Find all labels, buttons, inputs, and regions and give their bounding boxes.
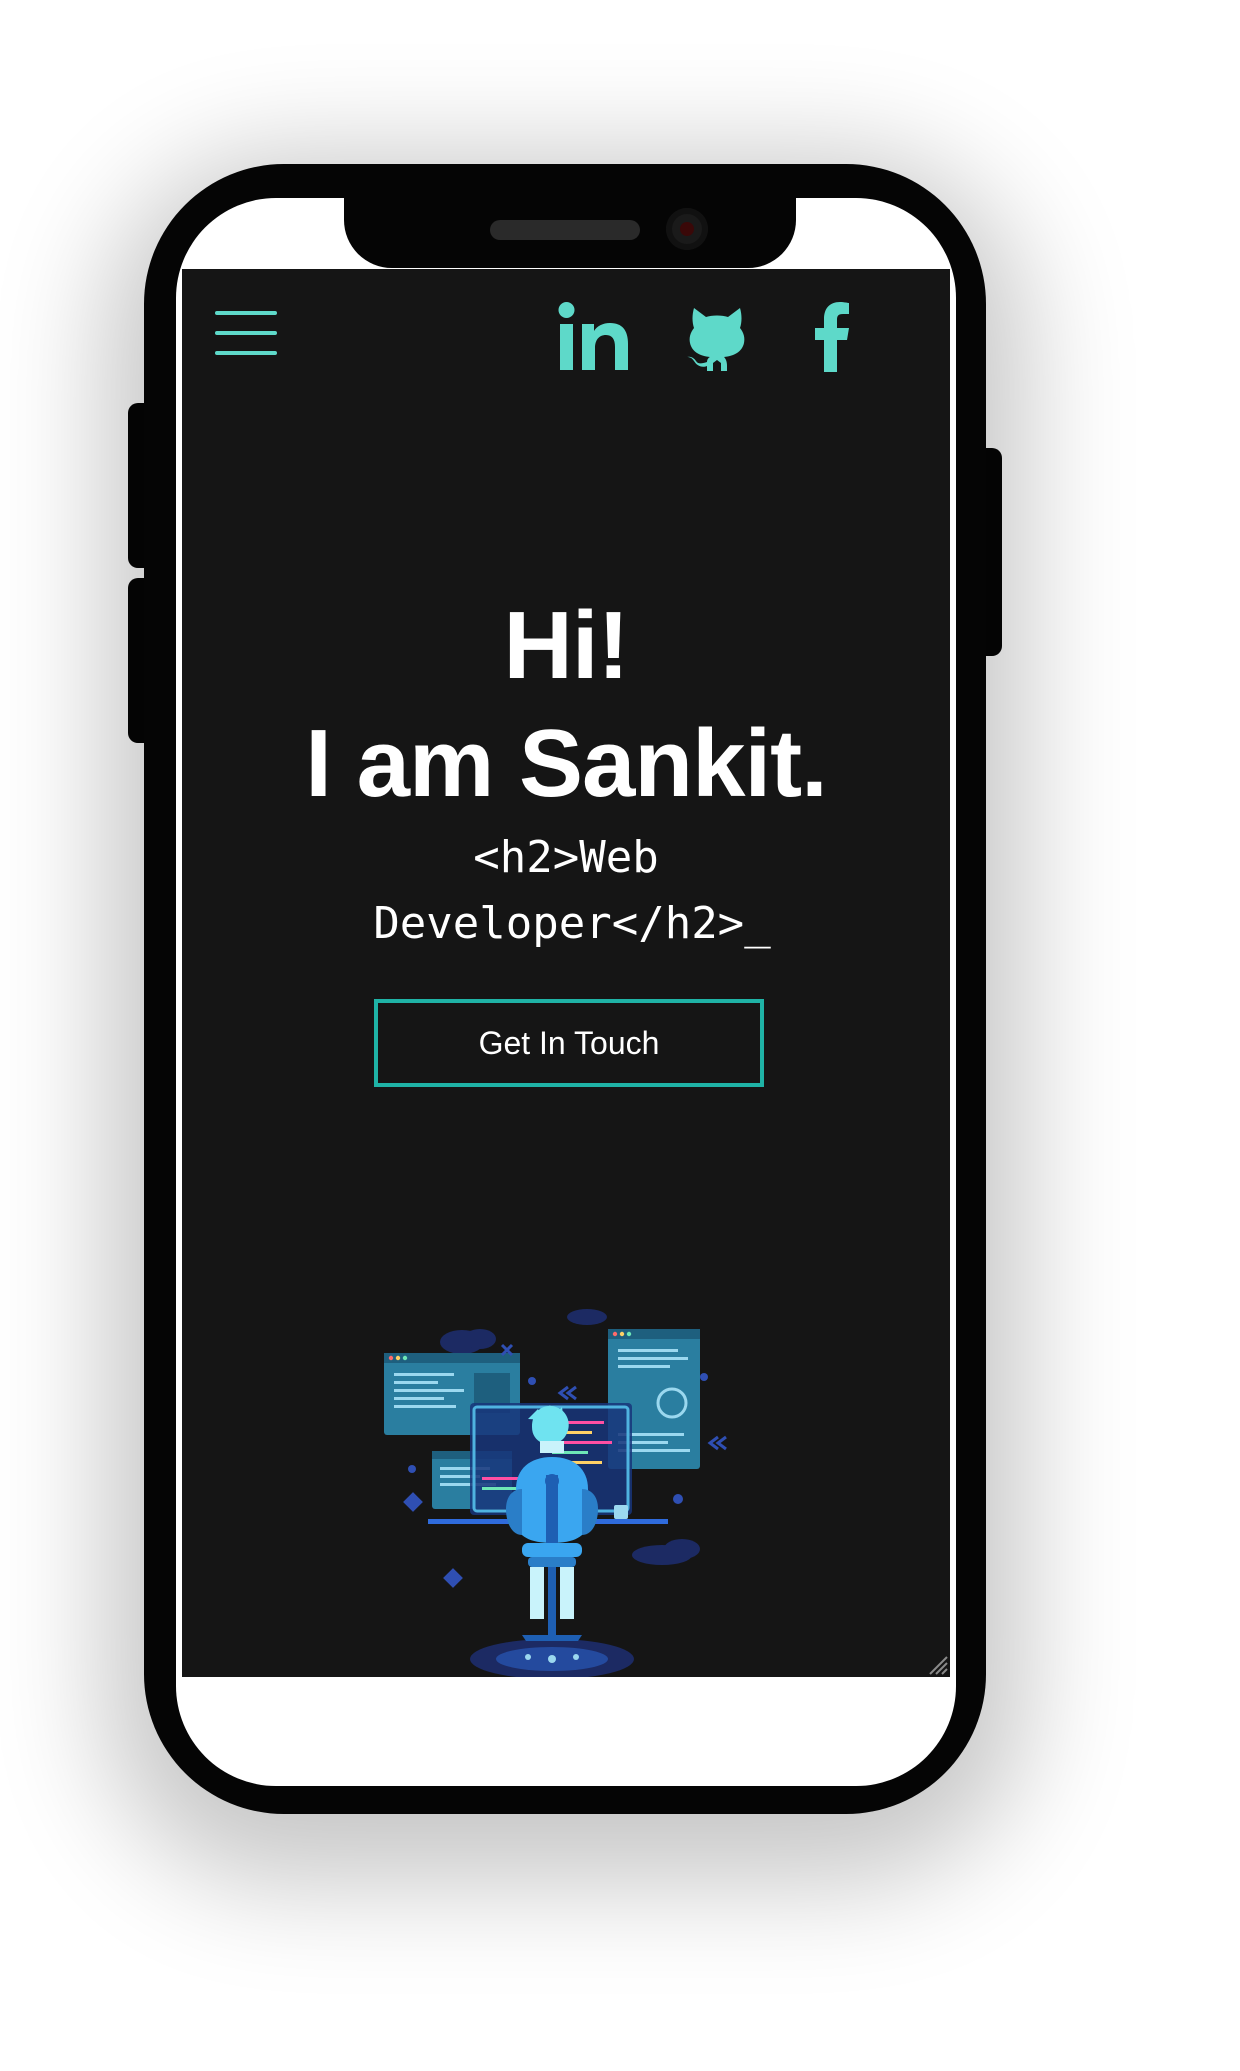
greeting-text: Hi! [503, 592, 630, 699]
mockup-stage: Hi! I am Sankit. <h2>Web Developer</h2>_… [0, 0, 1240, 2071]
role-typewriter-text: <h2>Web Developer</h2>_ [182, 825, 950, 957]
get-in-touch-button[interactable]: Get In Touch [374, 999, 764, 1087]
hamburger-menu-icon[interactable] [215, 309, 277, 359]
role-line-1: <h2>Web [473, 832, 659, 883]
website-viewport: Hi! I am Sankit. <h2>Web Developer</h2>_… [182, 269, 950, 1677]
front-camera-icon [666, 208, 708, 250]
intro-text: I am Sankit. [305, 710, 828, 817]
resize-grip-icon[interactable] [926, 1653, 948, 1675]
hero-heading: Hi! I am Sankit. [182, 587, 950, 823]
linkedin-icon[interactable] [558, 297, 630, 377]
phone-speaker [490, 220, 640, 240]
typing-cursor: _ [744, 898, 771, 949]
developer-at-desk-illustration [384, 1309, 727, 1677]
github-icon[interactable] [684, 297, 750, 377]
role-line-2-text: Developer</h2> [373, 898, 745, 949]
facebook-icon[interactable] [812, 297, 852, 377]
role-line-2: Developer</h2>_ [182, 891, 950, 957]
